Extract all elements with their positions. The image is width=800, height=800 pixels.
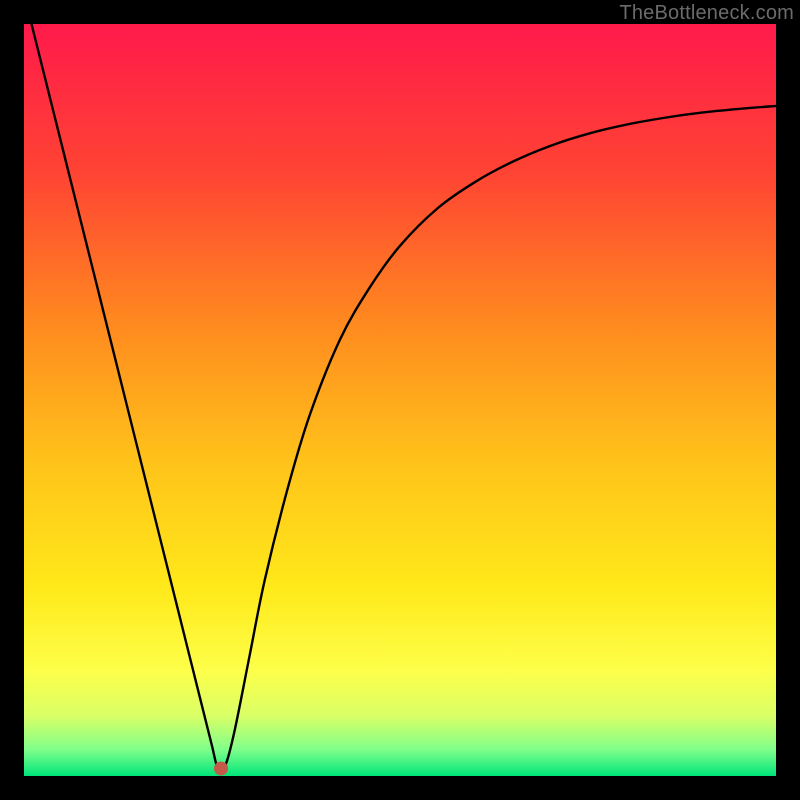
optimal-point-marker (214, 761, 228, 775)
watermark-text: TheBottleneck.com (619, 2, 794, 25)
bottleneck-chart (24, 24, 776, 776)
chart-frame (24, 24, 776, 776)
chart-background (24, 24, 776, 776)
